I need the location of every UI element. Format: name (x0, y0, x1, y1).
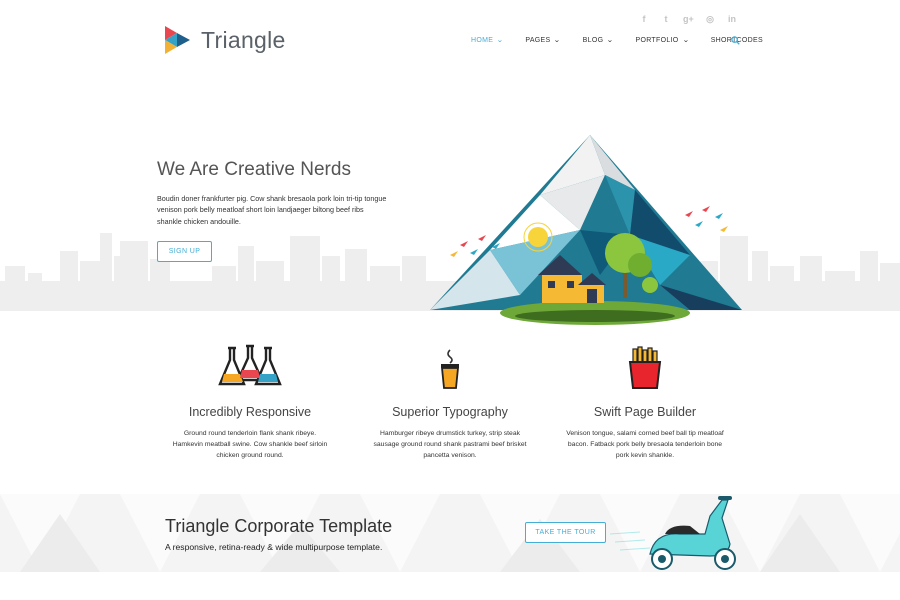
hero-description: Boudin doner frankfurter pig. Cow shank … (157, 194, 387, 226)
feature-title: Swift Page Builder (593, 405, 697, 419)
search-icon[interactable] (731, 36, 740, 45)
chevron-down-icon: ⌄ (496, 37, 504, 44)
page: Triangle f t g+ ◎ in HOME ⌄ PAGES ⌄ BLOG… (0, 0, 900, 600)
fries-icon (628, 346, 662, 389)
brand-name: Triangle (201, 26, 286, 53)
feature-title: Incredibly Responsive (188, 405, 312, 419)
chevron-down-icon: ⌄ (681, 37, 690, 44)
dribbble-icon[interactable]: ◎ (705, 14, 715, 25)
nav-label: PAGES (525, 36, 551, 44)
site-header: Triangle f t g+ ◎ in HOME ⌄ PAGES ⌄ BLOG… (0, 0, 900, 75)
chevron-down-icon: ⌄ (553, 37, 562, 44)
google-plus-icon[interactable]: g+ (683, 14, 694, 25)
nav-item-home[interactable]: HOME ⌄ (471, 36, 504, 45)
nav-item-portfolio[interactable]: PORTFOLIO ⌄ (635, 36, 690, 45)
nav-item-blog[interactable]: BLOG ⌄ (582, 36, 615, 45)
cta-band: Triangle Corporate Template A responsive… (0, 494, 900, 572)
feature-responsive: Incredibly Responsive Ground round tende… (150, 340, 350, 461)
social-links: f t g+ ◎ in (639, 14, 737, 25)
triangle-pattern-background (0, 494, 900, 572)
nav-label: BLOG (582, 36, 604, 44)
feature-page-builder: Swift Page Builder Venison tongue, salam… (545, 340, 745, 461)
twitter-icon[interactable]: t (661, 14, 671, 25)
nav-label: PORTFOLIO (635, 36, 679, 44)
mountain-house-illustration (430, 135, 742, 325)
linkedin-icon[interactable]: in (727, 14, 737, 25)
logo-triangles-icon (165, 26, 190, 54)
feature-typography: Superior Typography Hamburger ribeye dru… (350, 340, 550, 461)
hero-title: We Are Creative Nerds (157, 159, 351, 180)
feature-text: Ground round tenderloin flank shank ribe… (172, 430, 328, 459)
nav-label: HOME (471, 36, 494, 44)
nav-item-pages[interactable]: PAGES ⌄ (525, 36, 562, 45)
scooter-illustration (610, 496, 736, 570)
hero-section: We Are Creative Nerds Boudin doner frank… (0, 75, 900, 325)
feature-text: Venison tongue, salami corned beef ball … (566, 430, 724, 459)
take-the-tour-button[interactable]: TAKE THE TOUR (525, 522, 606, 543)
sign-up-button[interactable]: SIGN UP (157, 241, 212, 262)
feature-title: Superior Typography (392, 405, 508, 419)
hot-drink-icon (441, 349, 459, 389)
flasks-icon (218, 344, 282, 386)
facebook-icon[interactable]: f (639, 14, 649, 25)
chevron-down-icon: ⌄ (606, 37, 615, 44)
site-logo[interactable]: Triangle (163, 24, 286, 56)
cta-title: Triangle Corporate Template (165, 516, 393, 536)
cta-subtitle: A responsive, retina-ready & wide multip… (165, 542, 383, 552)
feature-text: Hamburger ribeye drumstick turkey, strip… (373, 430, 527, 459)
